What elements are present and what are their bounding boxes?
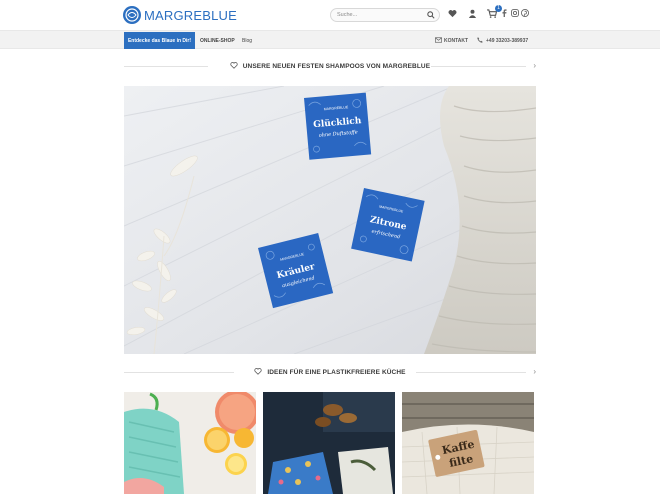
- heart-outline-icon: [230, 62, 238, 69]
- kitchen-thumbnail-2[interactable]: [263, 392, 395, 494]
- hero-image[interactable]: Glücklich ohne Duftstoffe MARGREBLUE Zit…: [124, 86, 536, 354]
- section-header-kitchen: IDEEN FÜR EINE PLASTIKFREIERE KÜCHE ›: [124, 367, 536, 377]
- phone-icon: [477, 37, 483, 43]
- logo[interactable]: MARGREBLUE: [123, 6, 237, 24]
- coffee-filter-photo: Kaffe filte: [402, 392, 534, 494]
- highlight-nav-button[interactable]: Entdecke das Blaue in Dir!: [124, 32, 195, 49]
- pinterest-icon[interactable]: [521, 9, 529, 17]
- site-header: MARGREBLUE Suche... 1: [0, 0, 660, 30]
- phone-number[interactable]: +49 33203-389937: [486, 38, 528, 44]
- search-input[interactable]: Suche...: [330, 8, 440, 22]
- mail-icon: [435, 37, 442, 43]
- account-icon[interactable]: [468, 9, 477, 18]
- logo-text: MARGREBLUE: [144, 7, 238, 23]
- section-title: UNSERE NEUEN FESTEN SHAMPOOS VON MARGREB…: [242, 63, 431, 70]
- search-icon[interactable]: [427, 11, 435, 19]
- product-box-gluecklich: Glücklich ohne Duftstoffe MARGREBLUE: [304, 92, 372, 160]
- hero-photo: Glücklich ohne Duftstoffe MARGREBLUE Zit…: [124, 86, 536, 354]
- citrus-cloths-photo: [124, 392, 256, 494]
- chevron-right-icon[interactable]: ›: [533, 367, 536, 376]
- nav-item-online-shop[interactable]: ONLINE-SHOP: [200, 38, 235, 44]
- heart-icon[interactable]: [448, 9, 457, 18]
- kitchen-thumbnail-1[interactable]: [124, 392, 256, 494]
- food-wraps-photo: [263, 392, 395, 494]
- cart-count-badge: 1: [495, 5, 502, 12]
- main-navigation: Entdecke das Blaue in Dir! ONLINE-SHOP B…: [0, 30, 660, 49]
- search-placeholder: Suche...: [337, 12, 358, 18]
- contact-link[interactable]: KONTAKT: [444, 38, 468, 44]
- facebook-icon[interactable]: [502, 9, 507, 17]
- section-header-shampoos: UNSERE NEUEN FESTEN SHAMPOOS VON MARGREB…: [124, 61, 536, 71]
- logo-icon: [123, 6, 141, 24]
- chevron-right-icon[interactable]: ›: [533, 61, 536, 70]
- nav-item-blog[interactable]: Blog: [242, 38, 252, 44]
- product-box-zitrone: Zitrone erfrischend MARGREBLUE: [351, 188, 425, 262]
- instagram-icon[interactable]: [511, 9, 519, 17]
- kitchen-thumbnail-3[interactable]: Kaffe filte: [402, 392, 534, 494]
- section-title: IDEEN FÜR EINE PLASTIKFREIERE KÜCHE: [267, 369, 406, 376]
- heart-outline-icon: [254, 368, 263, 375]
